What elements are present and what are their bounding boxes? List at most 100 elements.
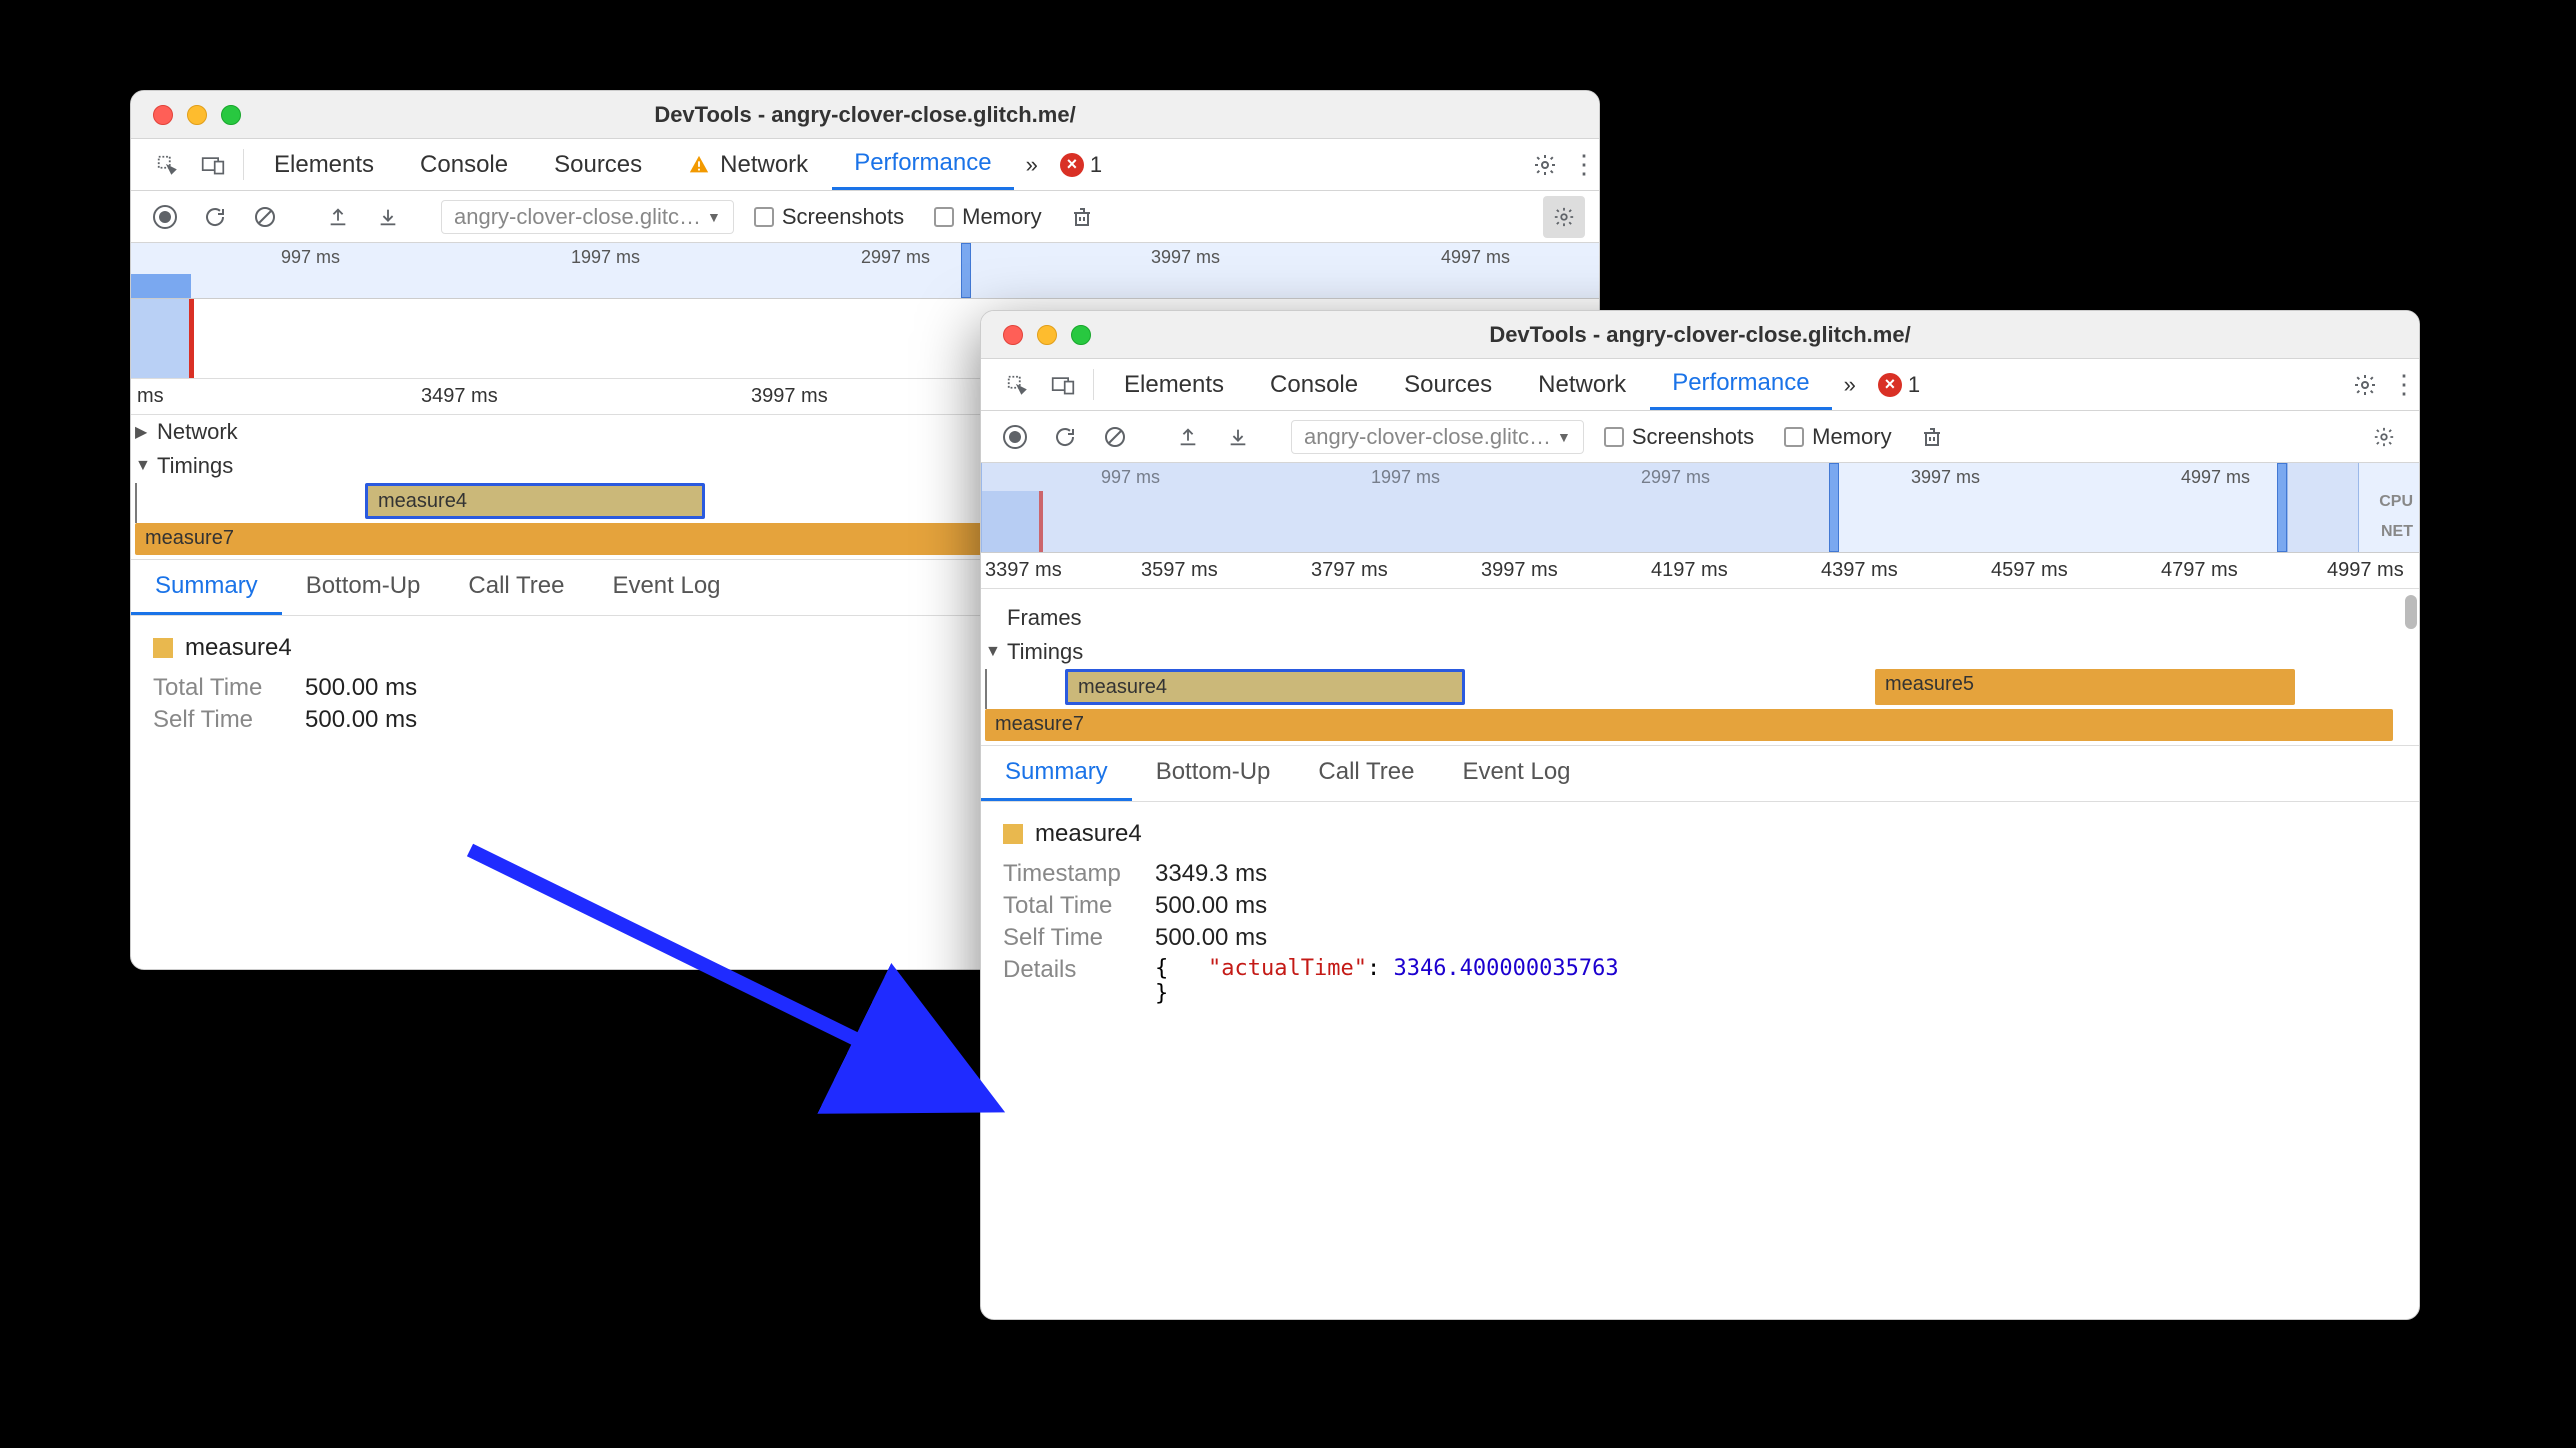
download-profile-icon[interactable] <box>1218 417 1258 457</box>
error-count-badge[interactable]: × 1 <box>1868 359 1930 410</box>
device-toolbar-icon[interactable] <box>191 139 235 190</box>
kebab-menu-icon[interactable]: ⋮ <box>2389 359 2419 410</box>
track-timings-header[interactable]: ▼ Timings <box>981 635 2419 669</box>
details-tab-calltree[interactable]: Call Tree <box>1294 746 1438 801</box>
settings-gear-icon[interactable] <box>1523 139 1567 190</box>
more-tabs-button[interactable]: » <box>1834 359 1866 410</box>
overview-minimap[interactable]: 997 ms 1997 ms 2997 ms 3997 ms 4997 ms C… <box>981 463 2419 553</box>
summary-details-json: { "actualTime": 3346.400000035763 } <box>1155 956 1619 1006</box>
tab-sources[interactable]: Sources <box>532 139 664 190</box>
memory-checkbox[interactable]: Memory <box>924 204 1051 230</box>
zoom-window-button[interactable] <box>221 105 241 125</box>
download-profile-icon[interactable] <box>368 197 408 237</box>
time-ruler: 3397 ms 3597 ms 3797 ms 3997 ms 4197 ms … <box>981 553 2419 589</box>
reload-record-button[interactable] <box>1045 417 1085 457</box>
tab-network[interactable]: Network <box>1516 359 1648 410</box>
details-tab-calltree[interactable]: Call Tree <box>444 560 588 615</box>
zoom-window-button[interactable] <box>1071 325 1091 345</box>
summary-self-time: 500.00 ms <box>305 706 417 734</box>
net-label: NET <box>2381 523 2413 541</box>
settings-gear-icon[interactable] <box>2343 359 2387 410</box>
memory-checkbox[interactable]: Memory <box>1774 424 1901 450</box>
devtools-window-after: DevTools - angry-clover-close.glitch.me/… <box>980 310 2420 1320</box>
summary-self-time: 500.00 ms <box>1155 924 1267 952</box>
summary-name: measure4 <box>185 634 292 662</box>
panel-tabs: Elements Console Sources Network Perform… <box>131 139 1599 191</box>
chevron-right-icon: ▶ <box>135 422 151 442</box>
kebab-menu-icon[interactable]: ⋮ <box>1569 139 1599 190</box>
summary-timestamp: 3349.3 ms <box>1155 860 1267 888</box>
inspect-element-icon[interactable] <box>145 139 189 190</box>
chevron-down-icon: ▼ <box>985 643 1001 661</box>
upload-profile-icon[interactable] <box>318 197 358 237</box>
upload-profile-icon[interactable] <box>1168 417 1208 457</box>
performance-toolbar: angry-clover-close.glitc…▼ Screenshots M… <box>131 191 1599 243</box>
timing-measure4[interactable]: measure4 <box>1065 669 1465 705</box>
capture-settings-gear-icon[interactable] <box>1543 196 1585 238</box>
device-toolbar-icon[interactable] <box>1041 359 1085 410</box>
clear-button[interactable] <box>1095 417 1135 457</box>
selection-bracket <box>985 669 997 709</box>
details-tab-bottomup[interactable]: Bottom-Up <box>282 560 445 615</box>
details-tab-eventlog[interactable]: Event Log <box>588 560 744 615</box>
warning-icon <box>688 154 710 176</box>
tab-console[interactable]: Console <box>398 139 530 190</box>
window-title: DevTools - angry-clover-close.glitch.me/ <box>131 102 1599 128</box>
selection-bracket <box>135 483 147 523</box>
panel-tabs: Elements Console Sources Network Perform… <box>981 359 2419 411</box>
overview-selection[interactable] <box>981 463 1839 552</box>
error-icon: × <box>1060 153 1084 177</box>
chevron-down-icon: ▼ <box>135 457 151 475</box>
tab-console[interactable]: Console <box>1248 359 1380 410</box>
tab-sources[interactable]: Sources <box>1382 359 1514 410</box>
minimize-window-button[interactable] <box>187 105 207 125</box>
overview-handle-right[interactable] <box>2277 463 2287 552</box>
summary-color-swatch <box>153 638 173 658</box>
details-tab-summary[interactable]: Summary <box>981 746 1132 801</box>
close-window-button[interactable] <box>153 105 173 125</box>
record-button[interactable] <box>995 417 1035 457</box>
track-network-cut: Network <box>981 589 2419 601</box>
tab-network[interactable]: Network <box>666 139 830 190</box>
track-frames-header[interactable]: ▶ Frames <box>981 601 2419 635</box>
timing-measure5[interactable]: measure5 <box>1875 669 2295 705</box>
tab-elements[interactable]: Elements <box>252 139 396 190</box>
record-button[interactable] <box>145 197 185 237</box>
details-tab-summary[interactable]: Summary <box>131 560 282 615</box>
minimize-window-button[interactable] <box>1037 325 1057 345</box>
details-tab-eventlog[interactable]: Event Log <box>1438 746 1594 801</box>
scrollbar-thumb[interactable] <box>2405 595 2417 629</box>
gc-button[interactable] <box>1062 197 1102 237</box>
overview-handle-left[interactable] <box>1829 463 1839 552</box>
timing-measure4[interactable]: measure4 <box>365 483 705 519</box>
overview-minimap[interactable]: 997 ms 1997 ms 2997 ms 3997 ms 4997 ms <box>131 243 1599 299</box>
performance-toolbar: angry-clover-close.glitc…▼ Screenshots M… <box>981 411 2419 463</box>
window-title: DevTools - angry-clover-close.glitch.me/ <box>981 322 2419 348</box>
gc-button[interactable] <box>1912 417 1952 457</box>
capture-settings-gear-icon[interactable] <box>2363 416 2405 458</box>
details-tabs: Summary Bottom-Up Call Tree Event Log <box>981 745 2419 802</box>
reload-record-button[interactable] <box>195 197 235 237</box>
cpu-label: CPU <box>2379 493 2413 511</box>
tab-performance[interactable]: Performance <box>832 139 1013 190</box>
inspect-element-icon[interactable] <box>995 359 1039 410</box>
profile-selector[interactable]: angry-clover-close.glitc…▼ <box>441 200 734 234</box>
tracks: Network ▶ Frames ▼ Timings measure4 meas… <box>981 589 2419 745</box>
error-count-badge[interactable]: × 1 <box>1050 139 1112 190</box>
screenshots-checkbox[interactable]: Screenshots <box>1594 424 1764 450</box>
close-window-button[interactable] <box>1003 325 1023 345</box>
tab-elements[interactable]: Elements <box>1102 359 1246 410</box>
summary-name: measure4 <box>1035 820 1142 848</box>
clear-button[interactable] <box>245 197 285 237</box>
error-icon: × <box>1878 373 1902 397</box>
overview-handle[interactable] <box>961 243 971 298</box>
profile-selector[interactable]: angry-clover-close.glitc…▼ <box>1291 420 1584 454</box>
tab-performance[interactable]: Performance <box>1650 359 1831 410</box>
summary-panel: measure4 Timestamp 3349.3 ms Total Time … <box>981 802 2419 1028</box>
summary-color-swatch <box>1003 824 1023 844</box>
screenshots-checkbox[interactable]: Screenshots <box>744 204 914 230</box>
more-tabs-button[interactable]: » <box>1016 139 1048 190</box>
titlebar: DevTools - angry-clover-close.glitch.me/ <box>981 311 2419 359</box>
details-tab-bottomup[interactable]: Bottom-Up <box>1132 746 1295 801</box>
timing-measure7[interactable]: measure7 <box>985 709 2393 741</box>
